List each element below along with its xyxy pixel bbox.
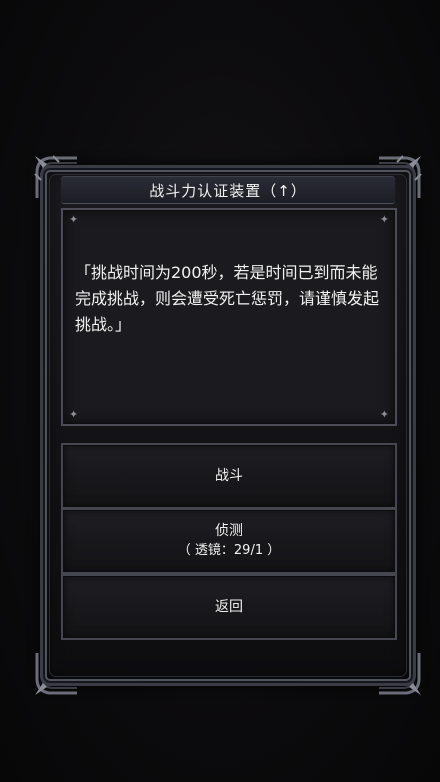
back-button-label: 返回 <box>215 599 243 615</box>
dialog-title-bar: 战斗力认证装置（↑） <box>61 176 395 204</box>
lens-count: （ 透镜：29/1 ） <box>177 543 281 558</box>
sparkle-icon: ✦ <box>379 408 389 421</box>
back-button[interactable]: 返回 <box>61 574 397 640</box>
dialog-frame: 战斗力认证装置（↑） ✦ ✦ ✦ ✦ 「挑战时间为200秒，若是时间已到而未能完… <box>34 155 422 695</box>
sparkle-icon: ✦ <box>69 408 79 421</box>
sparkle-icon: ✦ <box>379 213 389 226</box>
detect-button[interactable]: 侦测 （ 透镜：29/1 ） <box>61 508 397 574</box>
detect-button-label: 侦测 <box>215 523 243 539</box>
ornament-corner-icon <box>377 651 423 697</box>
battle-button-label: 战斗 <box>215 468 243 484</box>
sparkle-icon: ✦ <box>69 213 79 226</box>
battle-button[interactable]: 战斗 <box>61 443 397 509</box>
message-panel: ✦ ✦ ✦ ✦ 「挑战时间为200秒，若是时间已到而未能完成挑战，则会遭受死亡惩… <box>61 208 397 426</box>
dialog-title: 战斗力认证装置（↑） <box>149 181 307 200</box>
ornament-corner-icon <box>33 651 79 697</box>
dialog-message: 「挑战时间为200秒，若是时间已到而未能完成挑战，则会遭受死亡惩罚，请谨慎发起挑… <box>75 263 380 334</box>
